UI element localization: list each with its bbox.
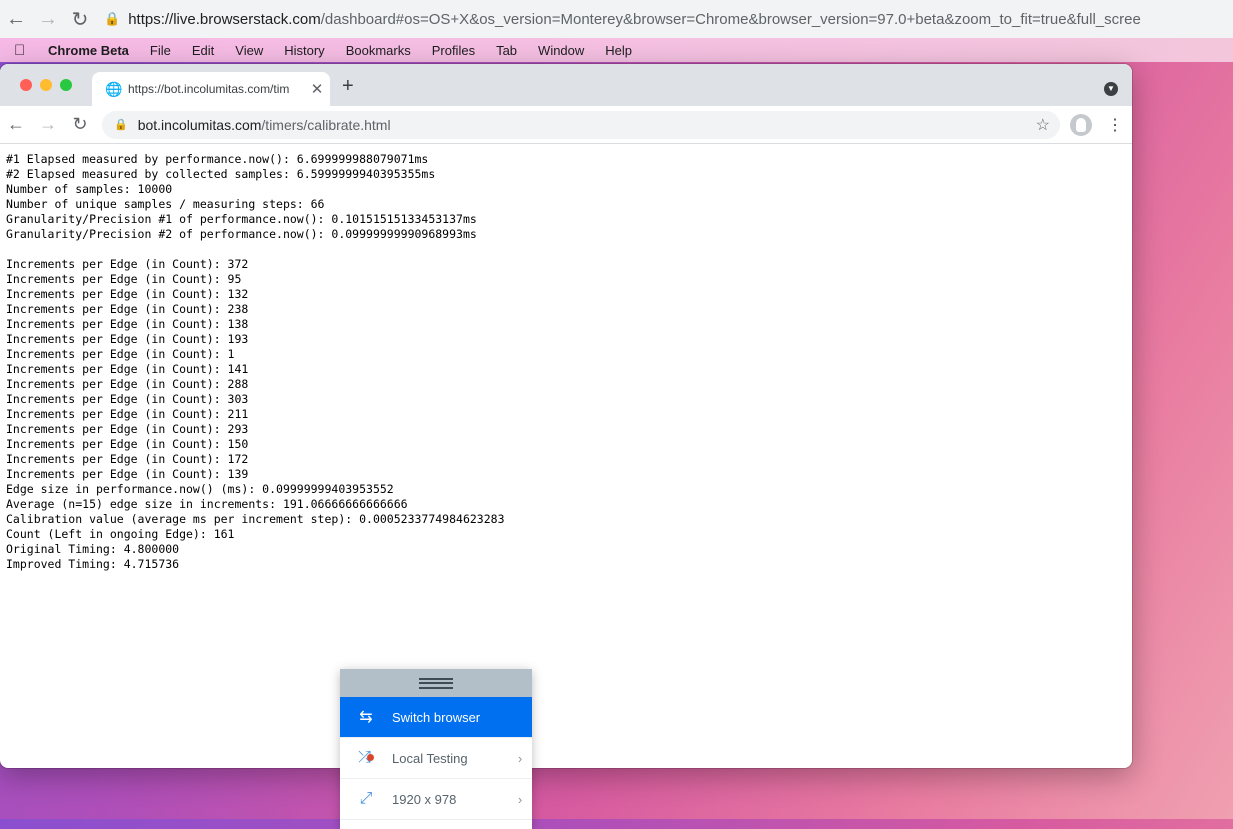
output-line: Improved Timing: 4.715736 [6,557,180,571]
apple-icon[interactable]:  [14,42,32,59]
address-bar[interactable]: 🔒 bot.incolumitas.com/timers/calibrate.h… [102,110,1060,139]
expand-arrows-icon: ⤢ [359,790,373,807]
tab-title: https://bot.incolumitas.com/tim [128,82,290,96]
tab-search-icon[interactable]: ▼ [1104,82,1118,96]
resolution-label: 1920 x 978 [392,791,457,807]
more-menu-icon[interactable]: ⋮ [1104,115,1126,135]
menu-tab[interactable]: Tab [496,43,517,58]
url-host: bot.incolumitas.com [137,116,262,133]
output-line: Increments per Edge (in Count): 1 [6,347,235,361]
new-tab-icon[interactable]: + [342,75,354,98]
menu-help[interactable]: Help [605,43,632,58]
chevron-right-icon: › [517,791,523,807]
menu-history[interactable]: History [284,43,324,58]
output-line: #2 Elapsed measured by collected samples… [6,167,436,181]
active-tab[interactable]: 🌐 https://bot.incolumitas.com/tim ✕ [92,72,330,106]
globe-icon: 🌐 [105,80,123,97]
chrome-window: 🌐 https://bot.incolumitas.com/tim ✕ + ▼ … [0,64,1132,768]
output-line: Increments per Edge (in Count): 132 [6,287,249,301]
output-line: Calibration value (average ms per increm… [6,512,505,526]
output-line: #1 Elapsed measured by performance.now()… [6,152,429,166]
output-line: Increments per Edge (in Count): 150 [6,437,249,451]
local-testing-icon: ⤮ [340,749,392,767]
back-icon[interactable]: ← [0,106,32,143]
output-line: Increments per Edge (in Count): 141 [6,362,249,376]
close-window-button[interactable] [20,79,32,91]
output-line: Increments per Edge (in Count): 238 [6,302,249,316]
output-line: Increments per Edge (in Count): 211 [6,407,249,421]
menu-file[interactable]: File [150,43,171,58]
menu-window[interactable]: Window [538,43,584,58]
output-line: Edge size in performance.now() (ms): 0.0… [6,482,394,496]
local-testing-label: Local Testing [392,750,468,766]
bookmark-star-icon[interactable]: ☆ [1036,115,1050,135]
output-line: Increments per Edge (in Count): 193 [6,332,249,346]
outer-reload-icon[interactable]: ↻ [64,0,96,38]
switch-browser-button[interactable]: ⇆ Switch browser [340,697,532,738]
menu-profiles[interactable]: Profiles [432,43,475,58]
output-line: Increments per Edge (in Count): 172 [6,452,249,466]
outer-url-path: /dashboard#os=OS+X&os_version=Monterey&b… [320,10,1141,28]
output-line: Number of unique samples / measuring ste… [6,197,325,211]
output-line: Increments per Edge (in Count): 138 [6,317,249,331]
outer-forward-icon[interactable]: → [32,0,64,38]
reload-icon[interactable]: ↻ [64,106,96,143]
tab-strip: 🌐 https://bot.incolumitas.com/tim ✕ + ▼ [0,64,1132,106]
minimize-window-button[interactable] [40,79,52,91]
menu-edit[interactable]: Edit [192,43,214,58]
profile-avatar-icon[interactable] [1070,113,1092,136]
mac-menubar:  Chrome Beta File Edit View History Boo… [0,38,1233,62]
outer-address-bar[interactable]: 🔒 https://live.browserstack.com/dashboar… [96,0,1233,38]
swap-arrows-icon: ⇆ [359,709,373,726]
lock-icon: 🔒 [104,11,121,26]
output-line: Increments per Edge (in Count): 288 [6,377,249,391]
chrome-toolbar: ← → ↻ 🔒 bot.incolumitas.com/timers/calib… [0,106,1132,144]
url-path: /timers/calibrate.html [261,116,391,133]
outer-url-host: https://live.browserstack.com [128,10,321,28]
output-line: Number of samples: 10000 [6,182,173,196]
output-line: Increments per Edge (in Count): 303 [6,392,249,406]
grip-icon [419,677,453,689]
output-line: Increments per Edge (in Count): 293 [6,422,249,436]
resolution-button[interactable]: ⤢ 1920 x 978 › [340,779,532,820]
output-line: Granularity/Precision #2 of performance.… [6,227,477,241]
output-line: Average (n=15) edge size in increments: … [6,497,408,511]
menu-bookmarks[interactable]: Bookmarks [346,43,411,58]
output-line: Granularity/Precision #1 of performance.… [6,212,477,226]
outer-toolbar: ← → ↻ 🔒 https://live.browserstack.com/da… [0,0,1233,39]
output-line: Increments per Edge (in Count): 372 [6,257,249,271]
page-content: #1 Elapsed measured by performance.now()… [0,144,1132,580]
menu-app-name[interactable]: Chrome Beta [48,43,129,58]
output-line: Increments per Edge (in Count): 139 [6,467,249,481]
output-line: Count (Left in ongoing Edge): 161 [6,527,235,541]
browserstack-panel: ⇆ Switch browser ⤮ Local Testing › ⤢ 192… [340,669,532,829]
drag-handle[interactable] [340,669,532,697]
forward-icon[interactable]: → [32,106,64,143]
zoom-window-button[interactable] [60,79,72,91]
chevron-right-icon: › [517,750,523,766]
output-line: Original Timing: 4.800000 [6,542,180,556]
close-tab-icon[interactable]: ✕ [304,80,330,98]
menu-view[interactable]: View [235,43,263,58]
output-line: Increments per Edge (in Count): 95 [6,272,242,286]
lock-icon: 🔒 [114,119,128,131]
switch-browser-label: Switch browser [392,709,481,725]
outer-back-icon[interactable]: ← [0,0,32,38]
local-testing-button[interactable]: ⤮ Local Testing › [340,738,532,779]
